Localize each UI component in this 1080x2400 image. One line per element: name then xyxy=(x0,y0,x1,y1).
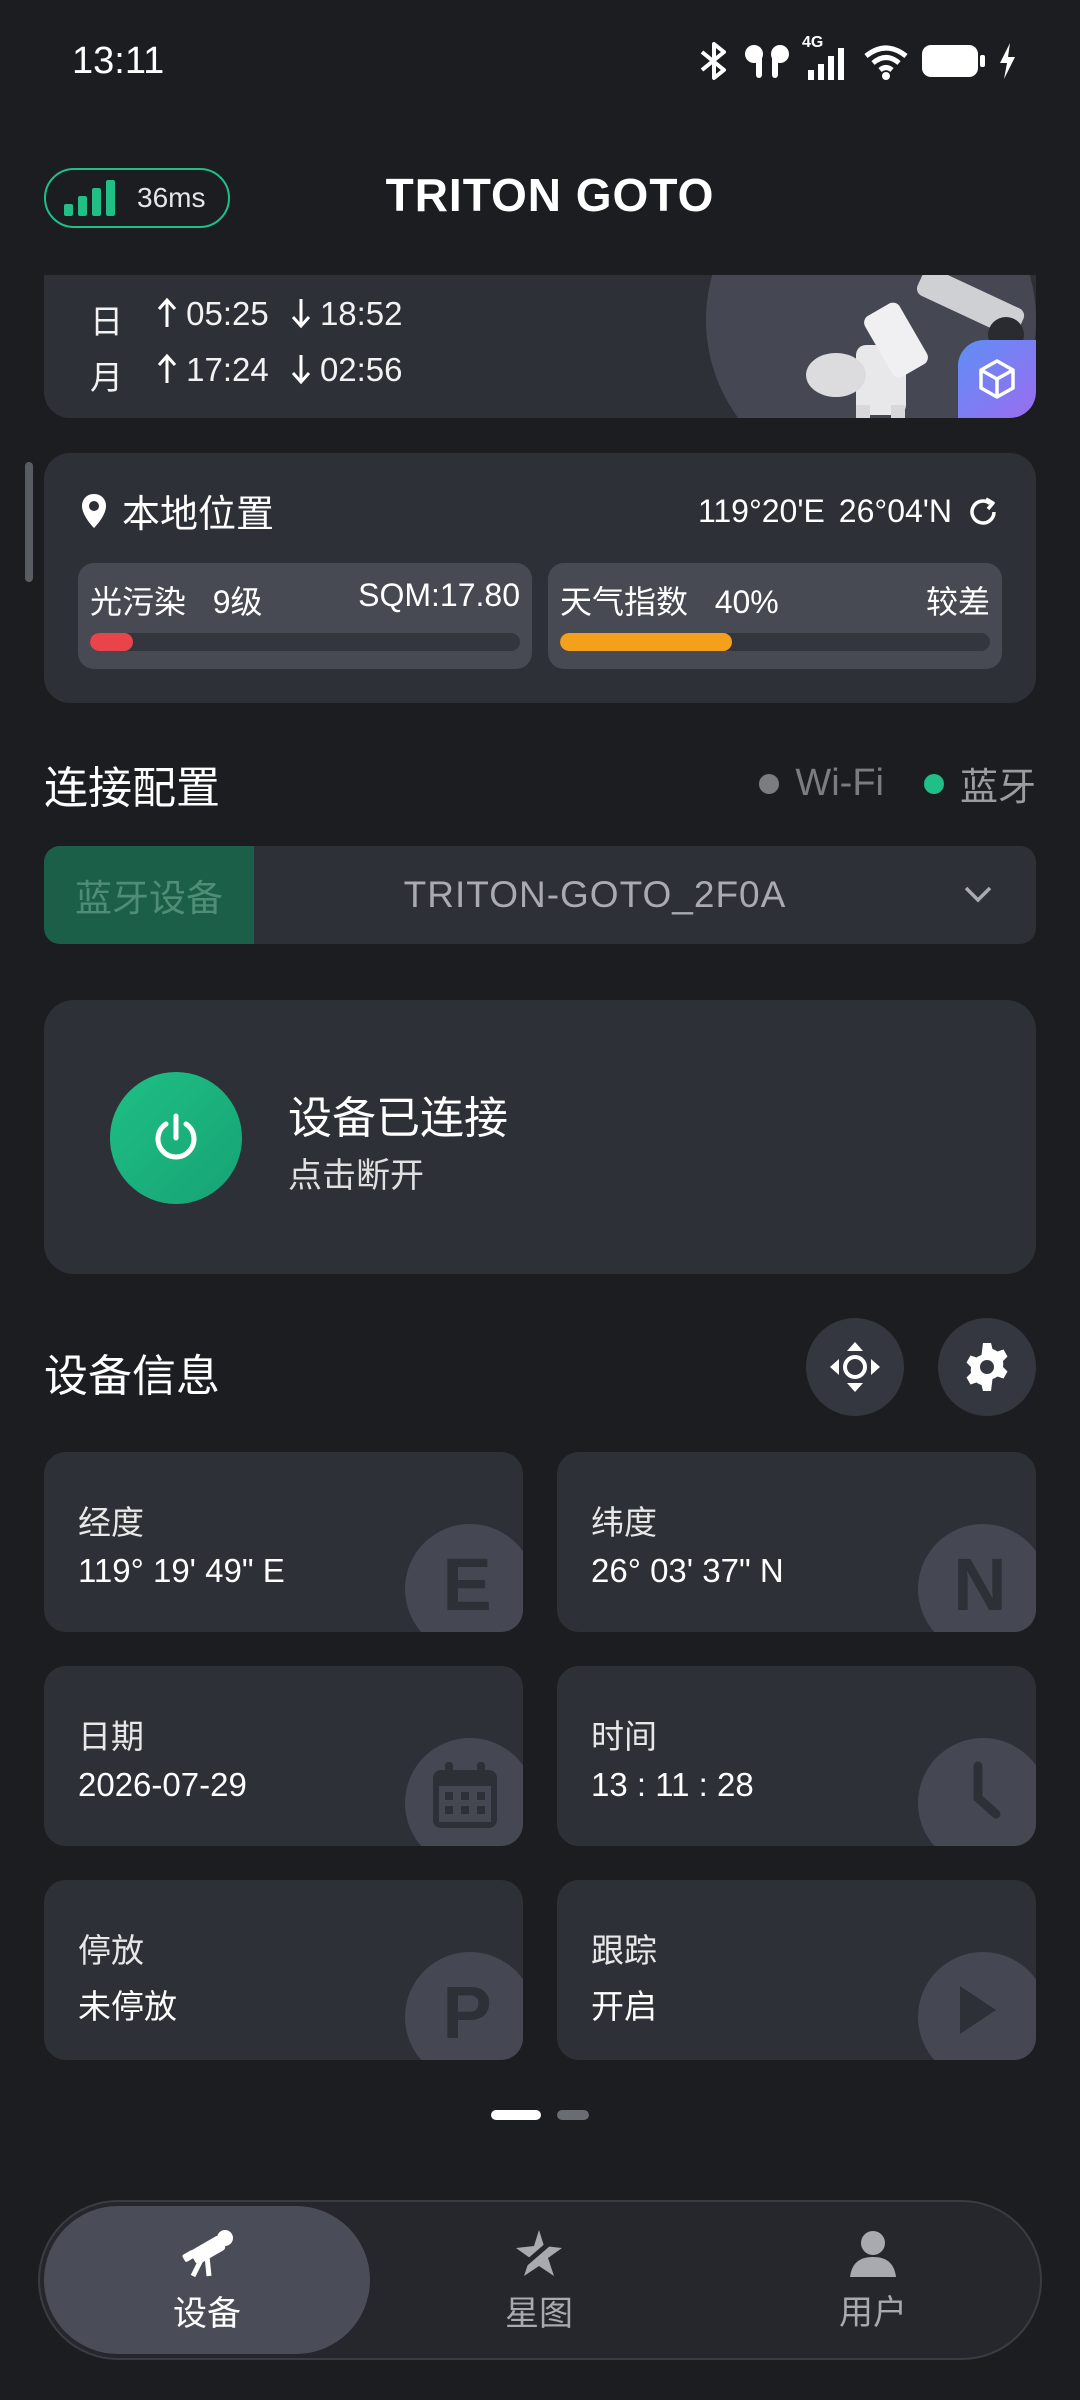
user-icon xyxy=(850,2230,896,2277)
sun-label: 日 xyxy=(90,303,123,340)
nav-user-label: 用户 xyxy=(839,2293,907,2332)
nav-star-map[interactable]: 星图 xyxy=(376,2202,702,2358)
tracking-value: 开启 xyxy=(591,1988,657,2025)
status-icons: 4G xyxy=(696,34,1018,82)
weather-rating: 较差 xyxy=(925,584,990,620)
east-letter-icon: E xyxy=(405,1524,523,1632)
power-icon xyxy=(155,1113,197,1160)
time-value: 13 : 11 : 28 xyxy=(591,1766,754,1803)
star-chart-icon xyxy=(514,2229,562,2276)
location-title: 本地位置 xyxy=(80,483,274,538)
moonset: 02:56 xyxy=(291,351,403,399)
location-pin-icon xyxy=(82,493,106,528)
3d-view-button[interactable] xyxy=(958,340,1036,418)
tracking-label: 跟踪 xyxy=(591,1932,657,1969)
north-letter-icon: N xyxy=(918,1524,1036,1632)
park-value: 未停放 xyxy=(78,1988,177,2025)
disconnect-hint[interactable]: 点击断开 xyxy=(288,1148,424,1197)
direction-pad-icon xyxy=(830,1342,880,1392)
calibrate-button[interactable] xyxy=(806,1318,904,1416)
longitude-tile: 经度 119° 19' 49" E E xyxy=(44,1452,523,1632)
arrow-down-icon xyxy=(291,299,310,329)
latitude-label: 纬度 xyxy=(591,1504,657,1541)
weather-index-meter: 天气指数 40% 较差 xyxy=(548,563,1002,669)
device-type-tag: 蓝牙设备 xyxy=(44,846,254,944)
light-pollution-label: 光污染 xyxy=(90,584,187,620)
arrow-up-icon xyxy=(157,297,177,327)
mode-bluetooth[interactable]: 蓝牙 xyxy=(923,756,1036,811)
location-latitude: 26°04'N xyxy=(838,493,952,529)
light-pollution-level: 9级 xyxy=(212,584,263,620)
sqm-value: SQM:17.80 xyxy=(358,577,520,613)
nav-star-map-label: 星图 xyxy=(505,2294,573,2333)
device-name: TRITON-GOTO_2F0A xyxy=(403,874,787,915)
sun-moon-card: 日 05:25 18:52 月 17:24 02:56 xyxy=(44,275,1036,418)
weather-index-percent: 40% xyxy=(714,584,779,620)
gear-icon xyxy=(966,1343,1008,1391)
light-pollution-meter: 光污染 9级 SQM:17.80 xyxy=(78,563,532,669)
earbuds-icon xyxy=(745,45,789,78)
parking-icon: P xyxy=(405,1952,523,2060)
location-coordinates: 119°20'E 26°04'N xyxy=(698,493,1000,530)
page-indicator-active[interactable] xyxy=(491,2110,541,2120)
play-icon xyxy=(918,1952,1036,2060)
scroll-indicator xyxy=(25,462,33,582)
moon-times-row: 月 17:24 02:56 xyxy=(90,351,403,399)
cellular-signal-icon: 4G xyxy=(802,34,852,82)
app-title: TRITON GOTO xyxy=(385,169,715,221)
wifi-icon xyxy=(864,45,908,80)
page-indicator-inactive[interactable] xyxy=(557,2110,589,2120)
chevron-down-icon xyxy=(964,886,992,903)
park-tile[interactable]: 停放 未停放 P xyxy=(44,1880,523,2060)
battery-icon xyxy=(922,45,985,77)
moonrise: 17:24 xyxy=(157,351,269,399)
power-button[interactable] xyxy=(110,1072,242,1204)
device-selector[interactable]: 蓝牙设备 TRITON-GOTO_2F0A xyxy=(44,846,1036,944)
latitude-tile: 纬度 26° 03' 37" N N xyxy=(557,1452,1036,1632)
weather-index-label: 天气指数 xyxy=(560,584,689,620)
latitude-value: 26° 03' 37" N xyxy=(591,1552,784,1589)
date-value: 2026-07-29 xyxy=(78,1766,247,1803)
nav-device-label: 设备 xyxy=(173,2294,241,2333)
date-tile[interactable]: 日期 2026-07-29 xyxy=(44,1666,523,1846)
clock-icon xyxy=(918,1738,1036,1846)
connection-mode-switch: Wi-Fi 蓝牙 xyxy=(759,756,1036,811)
settings-button[interactable] xyxy=(938,1318,1036,1416)
nav-device[interactable]: 设备 xyxy=(44,2206,370,2354)
park-label: 停放 xyxy=(78,1932,144,1969)
time-label: 时间 xyxy=(591,1718,657,1755)
connection-status: 设备已连接 xyxy=(288,1094,508,1143)
moon-label: 月 xyxy=(90,359,123,396)
connection-card[interactable]: 设备已连接 点击断开 xyxy=(44,1000,1036,1274)
location-card: 本地位置 119°20'E 26°04'N 光污染 9级 SQM:17.80 天… xyxy=(44,453,1036,703)
charging-icon xyxy=(1000,43,1015,79)
refresh-icon[interactable] xyxy=(966,495,1000,529)
nav-user[interactable]: 用户 xyxy=(710,2202,1036,2358)
sun-times-row: 日 05:25 18:52 xyxy=(90,295,403,343)
status-time: 13:11 xyxy=(72,40,165,82)
connection-config-title: 连接配置 xyxy=(44,764,220,813)
sunset: 18:52 xyxy=(291,295,403,343)
light-pollution-bar xyxy=(90,633,520,651)
arrow-up-icon xyxy=(157,353,177,383)
bottom-nav: 设备 星图 用户 xyxy=(38,2200,1042,2360)
cube-icon xyxy=(979,359,1015,399)
device-info-title: 设备信息 xyxy=(44,1352,220,1401)
date-label: 日期 xyxy=(78,1718,144,1755)
bluetooth-icon xyxy=(700,42,726,80)
arrow-down-icon xyxy=(291,355,310,385)
sunrise: 05:25 xyxy=(157,295,269,343)
tracking-tile[interactable]: 跟踪 开启 xyxy=(557,1880,1036,2060)
telescope-icon xyxy=(182,2229,233,2277)
mode-wifi[interactable]: Wi-Fi xyxy=(759,762,884,805)
location-longitude: 119°20'E xyxy=(697,493,825,529)
calendar-icon xyxy=(405,1738,523,1846)
time-tile[interactable]: 时间 13 : 11 : 28 xyxy=(557,1666,1036,1846)
longitude-value: 119° 19' 49" E xyxy=(78,1552,285,1589)
weather-index-bar xyxy=(560,633,990,651)
longitude-label: 经度 xyxy=(78,1504,144,1541)
